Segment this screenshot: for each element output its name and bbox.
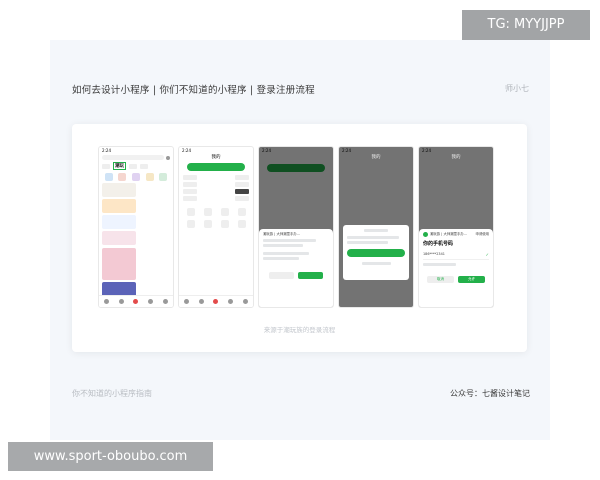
activity-icon[interactable] [213,299,219,304]
sheet-subtitle: 申请使用 [475,232,489,236]
slide-title: 如何去设计小程序 | 你们不知道的小程序 | 登录注册流程 [72,85,315,96]
user-icon[interactable] [163,299,169,304]
service-icon[interactable] [220,208,229,216]
allow-button[interactable]: 允许 [458,276,485,283]
watermark-top-right: TG: MYYJJPP [462,10,590,40]
service-icon[interactable] [237,208,246,216]
phone-home: 2:24 潮玩 [98,146,174,308]
category-icon[interactable] [118,173,127,181]
phone-profile: 2:24 我的 [178,146,254,308]
home-icon[interactable] [183,299,189,304]
phone-prompt: 你的手机号码 [423,241,454,247]
banner[interactable] [102,183,136,197]
phone-option[interactable]: 186****2341 ✓ [423,252,489,260]
footer-right: 公众号：七酱设计笔记 [450,389,530,398]
wechat-login-button[interactable] [347,249,405,257]
phone-auth-sheet: 2:24 潮玩族 | 大师潮童手办... [258,146,334,308]
banner[interactable] [102,199,136,213]
reject-button[interactable] [269,272,294,279]
activity-icon[interactable] [133,299,139,304]
user-icon[interactable] [243,299,249,304]
home-icon[interactable] [103,299,109,304]
service-icon[interactable] [220,220,229,228]
cart-icon[interactable] [148,299,154,304]
banner[interactable] [102,215,136,229]
tab-chaowan[interactable]: 潮玩 [113,162,126,170]
sheet-title: 潮玩族 | 大师潮童手办... [430,232,468,236]
service-icon[interactable] [203,208,212,216]
product-card[interactable] [102,248,136,280]
page-title: 我的 [371,155,381,160]
login-button[interactable] [187,163,245,171]
phone-sheet: 潮玩族 | 大师潮童手办... 申请使用 你的手机号码 186****2341 … [419,229,493,307]
status-time: 2:24 [182,148,191,153]
cart-icon[interactable] [228,299,234,304]
allow-button[interactable] [298,272,323,279]
card-caption: 来源于潮玩族的登录流程 [263,326,336,334]
service-icon[interactable] [237,220,246,228]
category-icon[interactable] [131,173,140,181]
phone-number: 186****2341 [423,252,445,256]
tab-bar [99,295,173,307]
phone-number-auth: 2:24 我的 潮玩族 | 大师潮童手办... 申请使用 你的手机号码 186*… [418,146,494,308]
service-icon[interactable] [186,220,195,228]
screens-card: 2:24 潮玩 2:24 我的 潮玩族 | 大师潮童手办... 我的 我的 潮玩… [72,124,527,352]
category-icon[interactable] [145,173,154,181]
page-title: 我的 [451,155,461,160]
footer-left: 你不知道的小程序指南 [72,389,152,398]
search-bar[interactable] [102,155,164,160]
banner-grid [99,183,173,245]
banner[interactable] [102,231,136,245]
status-time: 2:24 [102,148,111,153]
login-dialog [343,225,409,280]
service-icon[interactable] [203,220,212,228]
auth-sheet: 潮玩族 | 大师潮童手办... [259,229,333,307]
other-login-link[interactable] [361,262,391,265]
category-icon[interactable] [104,173,113,181]
category-icons [99,171,173,183]
check-icon: ✓ [485,252,489,257]
more-icon[interactable] [166,155,170,160]
slide-author: 师小七 [505,84,529,93]
watermark-bottom-left: www.sport-oboubo.com [8,442,213,471]
category-icon[interactable] [118,299,124,304]
sheet-title: 潮玩族 | 大师潮童手办... [263,232,301,236]
tab-bar [179,295,253,307]
phone-login-dialog: 2:24 我的 [338,146,414,308]
cancel-button[interactable]: 取消 [427,276,454,283]
category-icon[interactable] [198,299,204,304]
service-icon[interactable] [186,208,195,216]
category-icon[interactable] [159,173,168,181]
app-logo-icon [423,232,428,237]
